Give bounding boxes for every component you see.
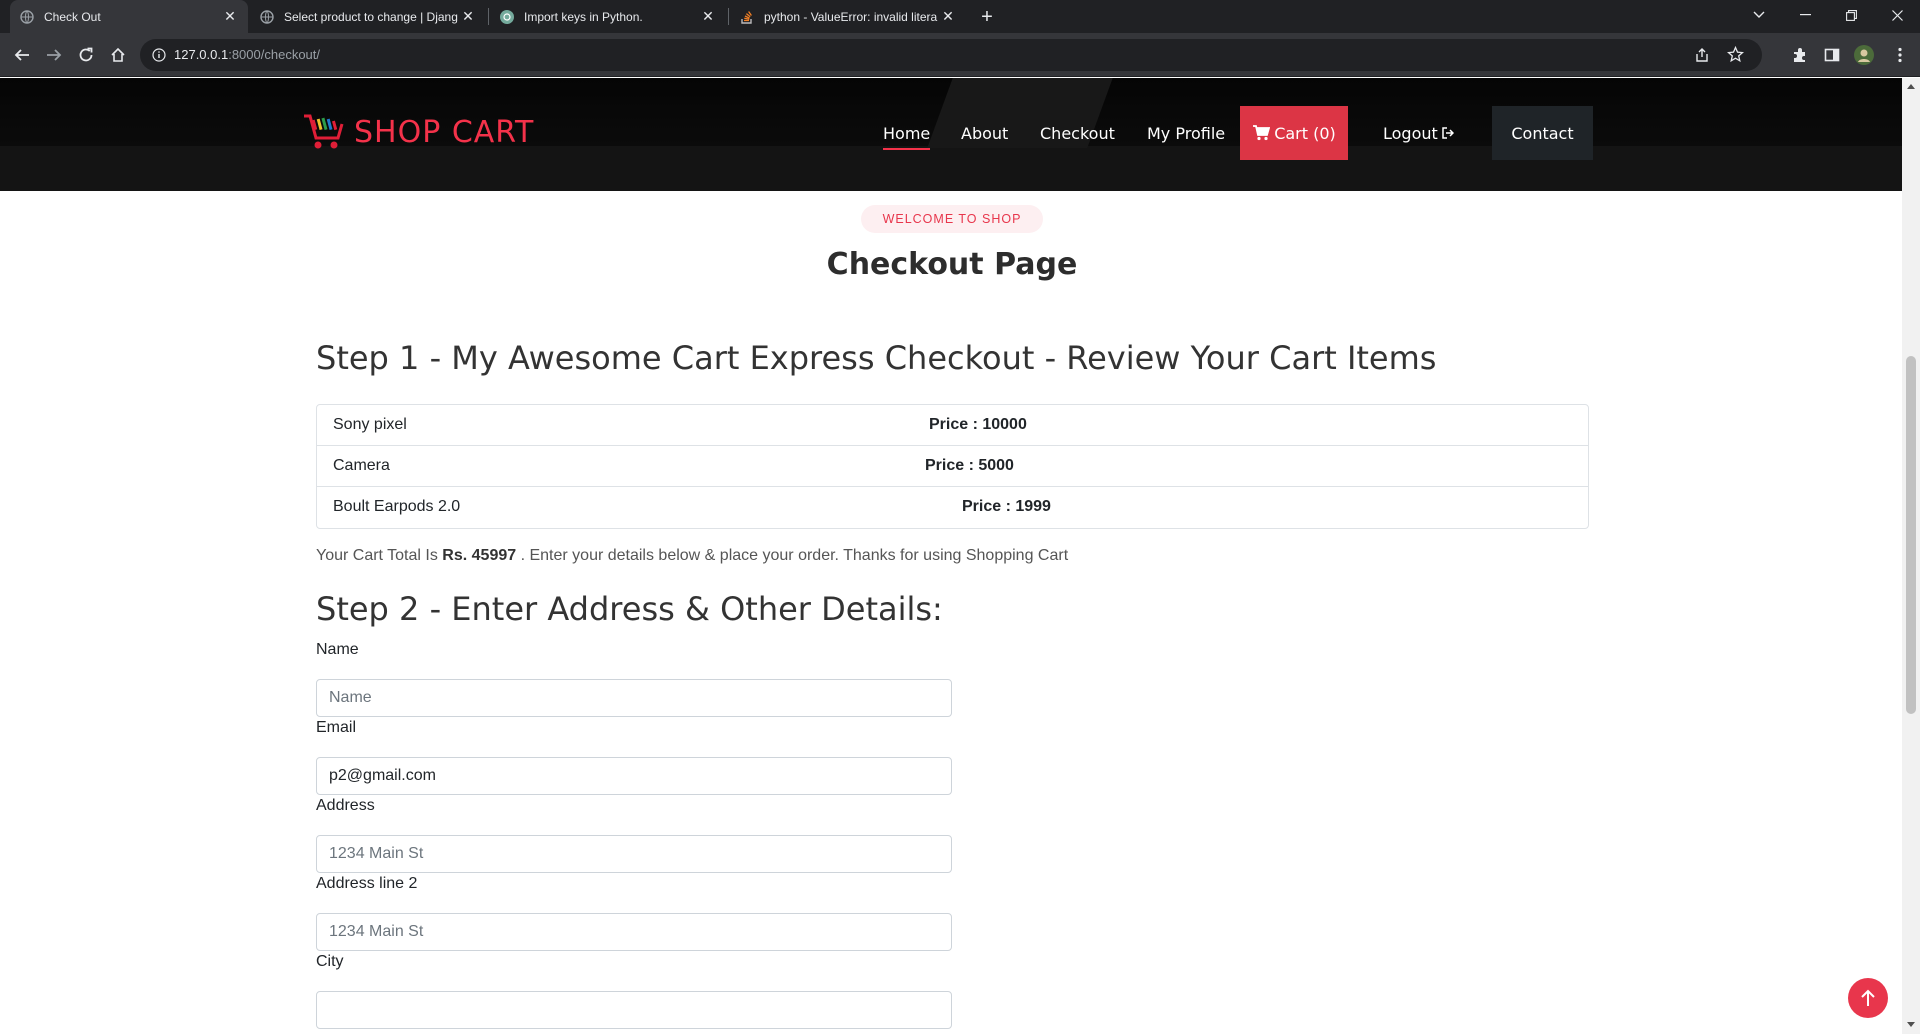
name-input[interactable] bbox=[316, 679, 952, 717]
nav-about[interactable]: About bbox=[961, 106, 1008, 160]
browser-tabstrip: Check Out ✕ Select product to change | D… bbox=[0, 0, 1920, 33]
cart-item-price: Price : 10000 bbox=[929, 416, 1027, 433]
browser-tab-checkout[interactable]: Check Out ✕ bbox=[10, 0, 248, 33]
arrow-up-icon bbox=[1860, 989, 1876, 1007]
cart-button[interactable]: Cart (0) bbox=[1240, 106, 1348, 160]
city-input[interactable] bbox=[316, 991, 952, 1029]
step2-heading: Step 2 - Enter Address & Other Details: bbox=[316, 590, 943, 628]
new-tab-button[interactable]: + bbox=[974, 4, 1000, 30]
cart-total-text: Your Cart Total Is Rs. 45997 . Enter you… bbox=[316, 547, 1068, 565]
site-header: SHOP CART Home About Checkout My Profile… bbox=[0, 78, 1902, 191]
address-input[interactable] bbox=[316, 835, 952, 873]
url-path: :8000/checkout/ bbox=[228, 47, 321, 62]
profile-avatar[interactable] bbox=[1850, 41, 1878, 69]
scroll-up-arrow-icon[interactable] bbox=[1907, 84, 1915, 89]
kebab-menu-icon[interactable] bbox=[1886, 41, 1914, 69]
back-arrow-icon[interactable] bbox=[8, 41, 36, 69]
cart-total-amount: Rs. 45997 bbox=[442, 547, 517, 564]
browser-tab-django[interactable]: Select product to change | Djang ✕ bbox=[250, 0, 486, 33]
minimize-icon[interactable] bbox=[1782, 0, 1828, 30]
name-label: Name bbox=[316, 641, 359, 658]
home-icon[interactable] bbox=[104, 41, 132, 69]
globe-icon bbox=[20, 9, 34, 24]
shopping-cart-logo-icon bbox=[302, 112, 346, 152]
nav-logout[interactable]: Logout bbox=[1383, 106, 1454, 160]
page-title: Checkout Page bbox=[826, 247, 1078, 282]
close-tab-icon[interactable]: ✕ bbox=[700, 8, 716, 25]
close-tab-icon[interactable]: ✕ bbox=[460, 8, 476, 25]
address-bar[interactable]: 127.0.0.1:8000/checkout/ bbox=[140, 39, 1762, 71]
nav-my-profile[interactable]: My Profile bbox=[1147, 106, 1225, 160]
tab-separator bbox=[488, 8, 489, 25]
total-suffix: . Enter your details below & place your … bbox=[516, 547, 1069, 564]
back-to-top-button[interactable] bbox=[1848, 978, 1888, 1018]
contact-button[interactable]: Contact bbox=[1492, 106, 1593, 160]
url-text: 127.0.0.1:8000/checkout/ bbox=[174, 47, 320, 62]
cart-item-name: Camera bbox=[333, 457, 390, 474]
address2-input[interactable] bbox=[316, 913, 952, 951]
close-tab-icon[interactable]: ✕ bbox=[222, 8, 238, 25]
cart-item-name: Sony pixel bbox=[333, 416, 407, 433]
restore-icon[interactable] bbox=[1828, 0, 1874, 30]
page-viewport: SHOP CART Home About Checkout My Profile… bbox=[0, 78, 1902, 1034]
site-logo[interactable]: SHOP CART bbox=[302, 112, 534, 152]
tab-title: Check Out bbox=[44, 9, 101, 24]
email-label: Email bbox=[316, 719, 357, 736]
extensions-puzzle-icon[interactable] bbox=[1786, 41, 1814, 69]
email-input[interactable] bbox=[316, 757, 952, 795]
reload-icon[interactable] bbox=[72, 41, 100, 69]
side-panel-icon[interactable] bbox=[1818, 41, 1846, 69]
cart-items-list: Sony pixel Price : 10000 Camera Price : … bbox=[316, 404, 1589, 529]
tab-search-icon[interactable] bbox=[1736, 0, 1782, 30]
welcome-badge: WELCOME TO SHOP bbox=[861, 205, 1043, 233]
cart-item-price: Price : 5000 bbox=[925, 457, 1014, 474]
cart-item-name: Boult Earpods 2.0 bbox=[333, 498, 461, 515]
tab-title: python - ValueError: invalid litera bbox=[764, 9, 938, 24]
sign-out-icon bbox=[1442, 127, 1454, 139]
chatgpt-icon bbox=[500, 9, 514, 24]
nav-home[interactable]: Home bbox=[883, 106, 931, 160]
address-label: Address bbox=[316, 797, 375, 814]
cart-label: Cart (0) bbox=[1274, 123, 1336, 143]
browser-toolbar: 127.0.0.1:8000/checkout/ bbox=[0, 33, 1920, 77]
tab-separator bbox=[728, 8, 729, 25]
close-tab-icon[interactable]: ✕ bbox=[940, 8, 956, 25]
nav-checkout[interactable]: Checkout bbox=[1040, 106, 1115, 160]
close-window-icon[interactable] bbox=[1874, 0, 1920, 30]
url-host: 127.0.0.1 bbox=[174, 47, 229, 62]
scrollbar-thumb[interactable] bbox=[1906, 356, 1916, 714]
share-icon[interactable] bbox=[1694, 47, 1710, 68]
cart-item: Sony pixel Price : 10000 bbox=[317, 405, 1588, 446]
address2-label: Address line 2 bbox=[316, 875, 418, 892]
city-label: City bbox=[316, 953, 344, 970]
forward-arrow-icon[interactable] bbox=[40, 41, 68, 69]
page-scrollbar[interactable] bbox=[1902, 78, 1920, 1034]
total-prefix: Your Cart Total Is bbox=[316, 547, 443, 564]
cart-icon bbox=[1252, 125, 1271, 141]
cart-item-price: Price : 1999 bbox=[962, 498, 1051, 515]
globe-icon bbox=[260, 9, 274, 24]
logout-label: Logout bbox=[1383, 123, 1438, 143]
info-icon[interactable] bbox=[152, 48, 166, 67]
browser-tab-stackoverflow[interactable]: python - ValueError: invalid litera ✕ bbox=[730, 0, 966, 33]
stackoverflow-icon bbox=[740, 10, 754, 24]
bookmark-star-icon[interactable] bbox=[1726, 45, 1745, 68]
brand-name: SHOP CART bbox=[354, 114, 535, 150]
cart-item: Camera Price : 5000 bbox=[317, 446, 1588, 487]
tab-title: Import keys in Python. bbox=[524, 9, 643, 24]
browser-tab-chatgpt[interactable]: Import keys in Python. ✕ bbox=[490, 0, 726, 33]
cart-item: Boult Earpods 2.0 Price : 1999 bbox=[317, 487, 1588, 528]
tab-title: Select product to change | Djang bbox=[284, 9, 458, 24]
scroll-down-arrow-icon[interactable] bbox=[1907, 1022, 1915, 1027]
step1-heading: Step 1 - My Awesome Cart Express Checkou… bbox=[316, 339, 1437, 377]
